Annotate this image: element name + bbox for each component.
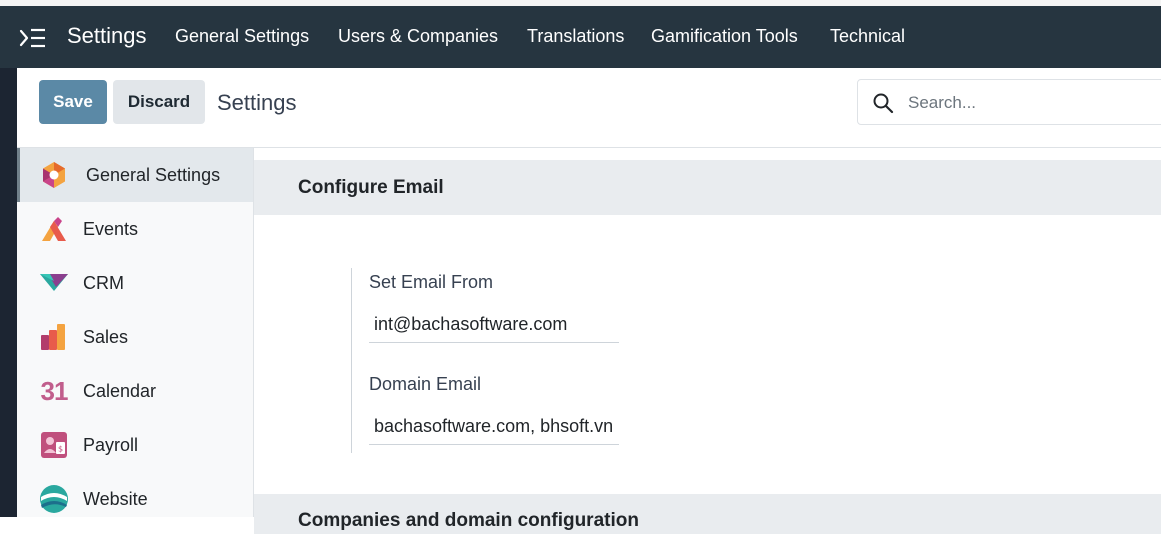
events-icon xyxy=(42,217,66,241)
section-header: Configure Email xyxy=(254,160,1161,215)
nav-gamification-tools[interactable]: Gamification Tools xyxy=(651,26,798,47)
discard-button[interactable]: Discard xyxy=(113,80,205,124)
sidebar-item-label: Payroll xyxy=(83,434,139,455)
sidebar-item-website[interactable]: Website xyxy=(17,472,253,526)
sidebar-item-payroll[interactable]: $ Payroll xyxy=(17,418,253,472)
sidebar-item-label: Website xyxy=(83,488,148,509)
app-title[interactable]: Settings xyxy=(67,23,147,49)
domain-email-field[interactable] xyxy=(369,409,619,445)
search-icon xyxy=(873,93,894,114)
sales-icon xyxy=(41,324,65,350)
general-settings-icon xyxy=(43,162,65,188)
sidebar-item-events[interactable]: Events xyxy=(17,202,253,256)
section-title-next: Companies and domain configuration xyxy=(298,510,639,531)
search-box[interactable] xyxy=(857,79,1161,125)
section-header-next: Companies and domain configuration xyxy=(254,494,1161,534)
menu-toggle-icon[interactable] xyxy=(17,24,47,52)
left-edge-strip xyxy=(0,0,17,517)
sidebar-item-label: CRM xyxy=(83,272,124,293)
settings-main: Configure Email Set Email From Domain Em… xyxy=(254,148,1161,534)
save-button[interactable]: Save xyxy=(39,80,107,124)
section-title: Configure Email xyxy=(298,177,444,198)
website-icon xyxy=(40,485,68,513)
calendar-icon: 31 xyxy=(40,376,69,406)
payroll-icon: $ xyxy=(41,432,67,458)
nav-users-companies[interactable]: Users & Companies xyxy=(338,26,498,47)
settings-sidebar: General Settings Events CRM Sales 31 Cal… xyxy=(17,148,254,517)
sidebar-item-label: Sales xyxy=(83,326,129,347)
top-navbar: Settings General Settings Users & Compan… xyxy=(0,6,1161,68)
breadcrumb-title: Settings xyxy=(217,90,297,115)
svg-text:$: $ xyxy=(58,445,63,454)
nav-general-settings[interactable]: General Settings xyxy=(175,26,309,47)
search-input[interactable] xyxy=(906,90,1156,116)
nav-technical[interactable]: Technical xyxy=(830,26,905,47)
sidebar-item-crm[interactable]: CRM xyxy=(17,256,253,310)
sidebar-item-label: Events xyxy=(83,218,139,239)
sidebar-item-label: General Settings xyxy=(86,164,221,185)
crm-icon xyxy=(40,274,68,291)
domain-email-label: Domain Email xyxy=(369,374,482,394)
sidebar-item-label: Calendar xyxy=(83,380,157,401)
email-from-label: Set Email From xyxy=(369,272,494,292)
sidebar-item-sales[interactable]: Sales xyxy=(17,310,253,364)
email-settings-box: Set Email From Domain Email xyxy=(351,268,651,453)
sidebar-item-calendar[interactable]: 31 Calendar xyxy=(17,364,253,418)
control-panel: Save Discard Settings xyxy=(17,68,1161,148)
sidebar-item-general-settings[interactable]: General Settings xyxy=(17,148,253,202)
email-from-field[interactable] xyxy=(369,307,619,343)
nav-translations[interactable]: Translations xyxy=(527,26,624,47)
